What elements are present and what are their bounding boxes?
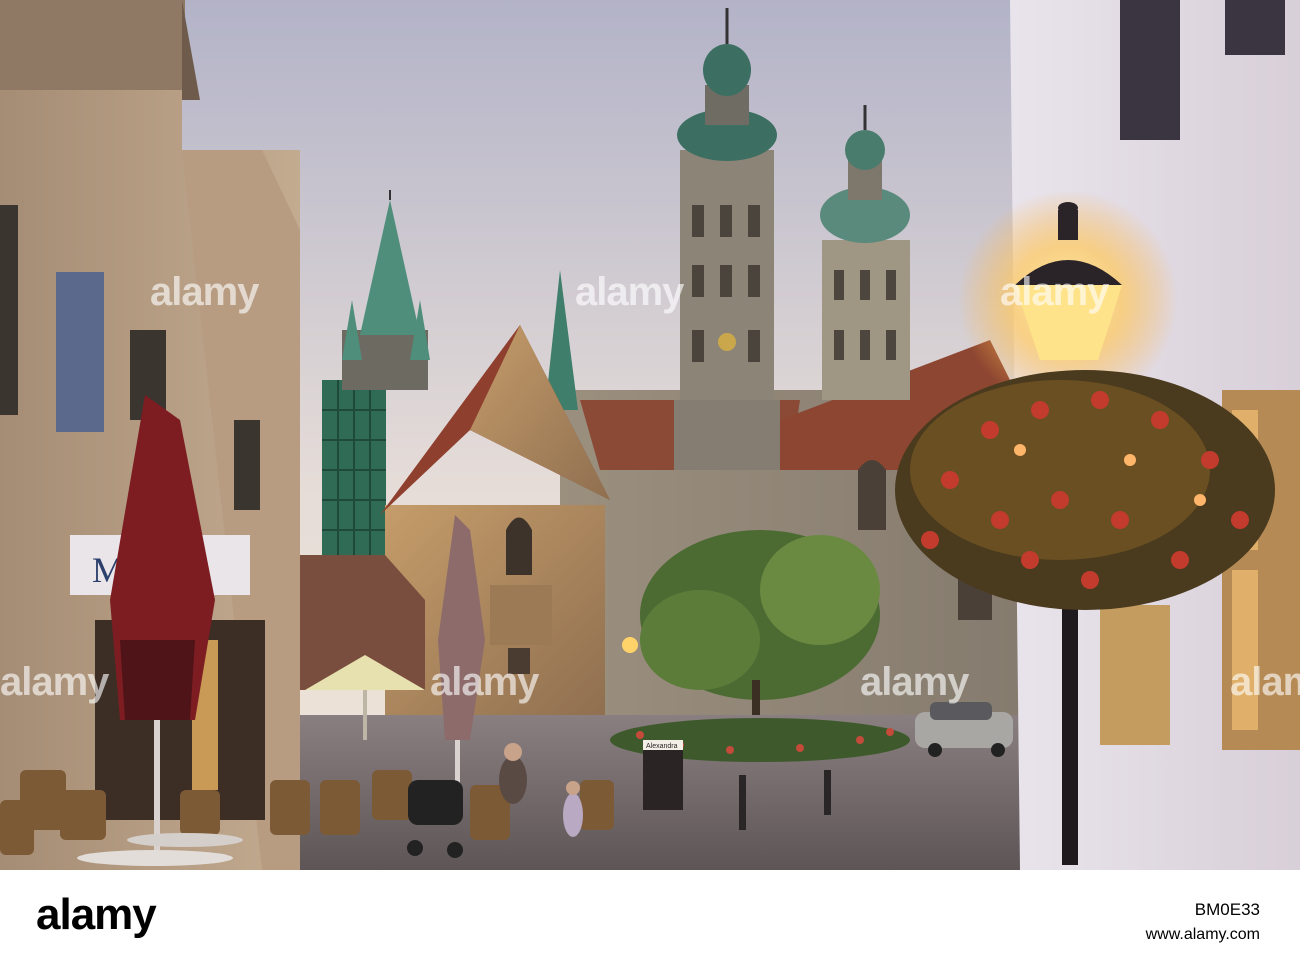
- menu-board-title: Alexandra: [646, 743, 678, 750]
- website-url: www.alamy.com: [1145, 926, 1260, 943]
- flower-basket: [895, 370, 1275, 610]
- cafe-table-front: [77, 850, 233, 866]
- cathedral-street-photo: M Dom: [0, 0, 1300, 870]
- stock-footer: alamy BM0E33 www.alamy.com: [0, 870, 1300, 956]
- watermark-1: alamy: [150, 270, 259, 314]
- watermark-7: alamy: [1230, 660, 1300, 704]
- photo-frame: M Dom: [0, 0, 1300, 956]
- watermark-4: alamy: [0, 660, 109, 704]
- watermark-3: alamy: [1000, 270, 1109, 314]
- watermark-2: alamy: [575, 270, 684, 314]
- image-id: BM0E33: [1194, 900, 1260, 919]
- watermark-6: alamy: [860, 660, 969, 704]
- alamy-logo: alamy: [36, 890, 157, 939]
- watermark-5: alamy: [430, 660, 539, 704]
- menu-board: Alexandra: [643, 740, 683, 810]
- square-lamp: [622, 637, 638, 653]
